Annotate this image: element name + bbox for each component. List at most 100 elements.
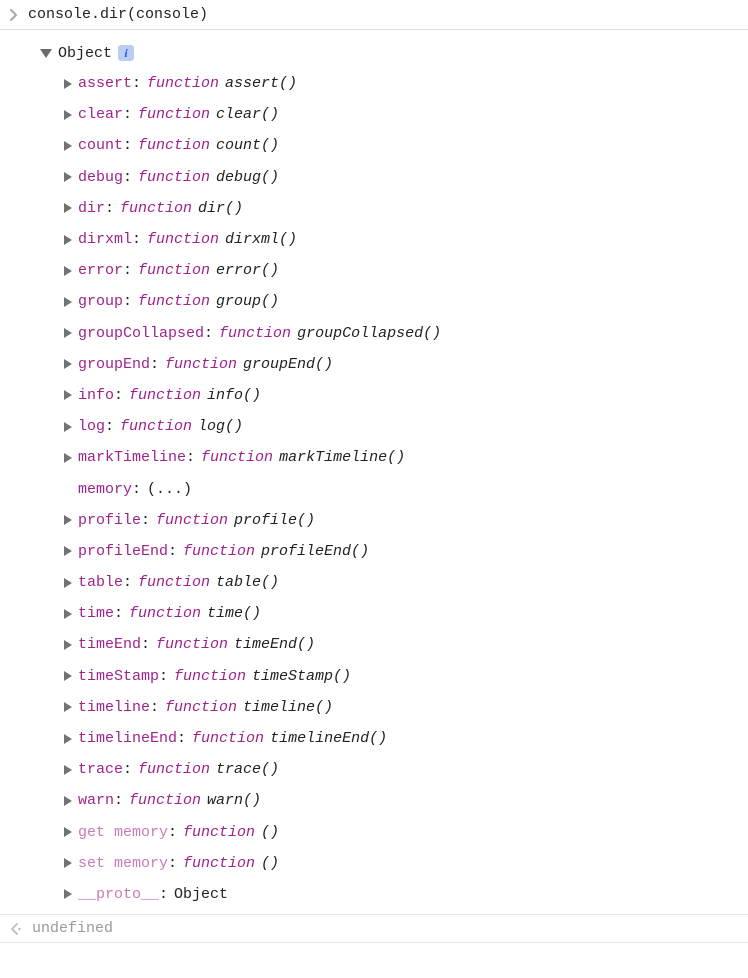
console-output: Object i assert:functionassert() clear: fu… [0, 30, 748, 914]
expand-arrow-icon[interactable] [64, 734, 72, 744]
function-keyword: function [183, 543, 255, 560]
property-row[interactable]: profile:functionprofile() [64, 505, 748, 536]
object-header-row[interactable]: Object i [0, 38, 748, 68]
property-row[interactable]: __proto__:Object [64, 879, 748, 910]
function-name: timeline() [243, 699, 333, 716]
expand-toggle-icon[interactable] [40, 49, 52, 58]
property-key: dir [78, 200, 105, 217]
colon-separator: : [150, 699, 159, 716]
expand-arrow-icon[interactable] [64, 671, 72, 681]
colon-separator: : [141, 636, 150, 653]
console-input-text[interactable]: console.dir(console) [28, 6, 208, 23]
expand-arrow-icon[interactable] [64, 235, 72, 245]
property-row[interactable]: groupCollapsed:functiongroupCollapsed() [64, 318, 748, 349]
function-name: group() [216, 293, 279, 310]
property-row[interactable]: markTimeline:functionmarkTimeline() [64, 442, 748, 473]
expand-arrow-icon[interactable] [64, 765, 72, 775]
property-row[interactable]: dir:functiondir() [64, 193, 748, 224]
colon-separator: : [123, 574, 132, 591]
property-row[interactable]: timeline:functiontimeline() [64, 692, 748, 723]
property-row[interactable]: count:functioncount() [64, 130, 748, 161]
property-row[interactable]: set memory:function() [64, 848, 748, 879]
colon-separator: : [123, 106, 132, 123]
function-name: assert() [225, 75, 297, 92]
property-row[interactable]: profileEnd:functionprofileEnd() [64, 536, 748, 567]
colon-separator: : [105, 200, 114, 217]
function-keyword: function [156, 636, 228, 653]
expand-arrow-icon[interactable] [64, 266, 72, 276]
expand-arrow-icon[interactable] [64, 141, 72, 151]
function-name: debug() [216, 169, 279, 186]
property-row[interactable]: assert:functionassert() [64, 68, 748, 99]
info-badge-icon[interactable]: i [118, 45, 134, 61]
property-key: timelineEnd [78, 730, 177, 747]
property-row[interactable]: clear:functionclear() [64, 99, 748, 130]
function-keyword: function [156, 512, 228, 529]
function-name: error() [216, 262, 279, 279]
function-name: () [261, 855, 279, 872]
colon-separator: : [123, 293, 132, 310]
property-row[interactable]: info:functioninfo() [64, 380, 748, 411]
function-name: info() [207, 387, 261, 404]
property-key: timeEnd [78, 636, 141, 653]
property-row[interactable]: time:functiontime() [64, 598, 748, 629]
function-keyword: function [138, 761, 210, 778]
expand-arrow-icon[interactable] [64, 609, 72, 619]
function-name: markTimeline() [279, 449, 405, 466]
expand-arrow-icon[interactable] [64, 422, 72, 432]
function-name: groupEnd() [243, 356, 333, 373]
expand-arrow-icon[interactable] [64, 640, 72, 650]
property-key: log [78, 418, 105, 435]
expand-arrow-icon[interactable] [64, 702, 72, 712]
colon-separator: : [114, 605, 123, 622]
expand-arrow-icon[interactable] [64, 453, 72, 463]
console-input-line: console.dir(console) [0, 0, 748, 30]
property-row[interactable]: memory:(...) [64, 473, 748, 504]
property-row[interactable]: timeEnd:functiontimeEnd() [64, 629, 748, 660]
expand-arrow-icon[interactable] [64, 172, 72, 182]
function-keyword: function [174, 668, 246, 685]
function-keyword: function [138, 262, 210, 279]
property-row[interactable]: debug:functiondebug() [64, 162, 748, 193]
expand-arrow-icon[interactable] [64, 328, 72, 338]
property-key: __proto__ [78, 886, 159, 903]
property-row[interactable]: get memory:function() [64, 817, 748, 848]
property-row[interactable]: error:functionerror() [64, 255, 748, 286]
colon-separator: : [114, 792, 123, 809]
property-row[interactable]: timeStamp:functiontimeStamp() [64, 661, 748, 692]
function-name: () [261, 824, 279, 841]
colon-separator: : [150, 356, 159, 373]
expand-arrow-icon[interactable] [64, 889, 72, 899]
expand-arrow-icon[interactable] [64, 546, 72, 556]
function-keyword: function [129, 387, 201, 404]
expand-arrow-icon[interactable] [64, 796, 72, 806]
expand-arrow-icon[interactable] [64, 515, 72, 525]
property-row[interactable]: group:functiongroup() [64, 286, 748, 317]
property-row[interactable]: warn:functionwarn() [64, 785, 748, 816]
expand-arrow-icon[interactable] [64, 578, 72, 588]
expand-arrow-icon[interactable] [64, 297, 72, 307]
colon-separator: : [105, 418, 114, 435]
expand-arrow-icon[interactable] [64, 110, 72, 120]
expand-arrow-icon[interactable] [64, 390, 72, 400]
property-key: clear [78, 106, 123, 123]
property-row[interactable]: trace:functiontrace() [64, 754, 748, 785]
colon-separator: : [186, 449, 195, 466]
function-name: time() [207, 605, 261, 622]
property-row[interactable]: timelineEnd:functiontimelineEnd() [64, 723, 748, 754]
expand-arrow-icon[interactable] [64, 359, 72, 369]
function-name: dir() [198, 200, 243, 217]
function-name: log() [198, 418, 243, 435]
function-keyword: function [138, 106, 210, 123]
property-row[interactable]: groupEnd:functiongroupEnd() [64, 349, 748, 380]
property-row[interactable]: table:functiontable() [64, 567, 748, 598]
function-keyword: function [201, 449, 273, 466]
expand-arrow-icon[interactable] [64, 79, 72, 89]
expand-arrow-icon[interactable] [64, 827, 72, 837]
property-row[interactable]: log:functionlog() [64, 411, 748, 442]
expand-arrow-icon[interactable] [64, 203, 72, 213]
property-key: time [78, 605, 114, 622]
expand-arrow-icon[interactable] [64, 858, 72, 868]
colon-separator: : [177, 730, 186, 747]
property-row[interactable]: dirxml:functiondirxml() [64, 224, 748, 255]
